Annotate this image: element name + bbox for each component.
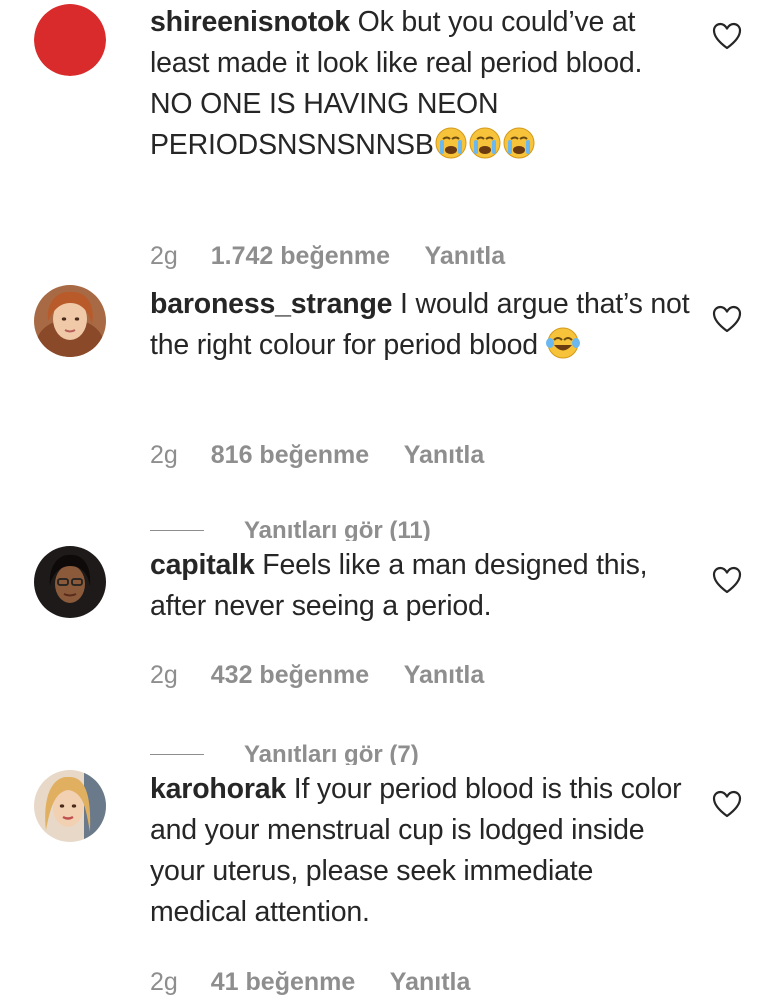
heart-outline-icon[interactable] xyxy=(712,305,742,333)
view-replies-button[interactable]: Yanıtları gör (7) xyxy=(150,741,419,765)
comment-meta: 2g 41 beğenme Yanıtla xyxy=(150,968,498,1000)
comment-username[interactable]: baroness_strange xyxy=(150,288,393,320)
comment-body: karohorak If your period blood is this c… xyxy=(150,769,690,933)
avatar[interactable] xyxy=(34,285,106,357)
comment-age: 2g xyxy=(150,968,178,996)
reply-button[interactable]: Yanıtla xyxy=(390,968,471,996)
comment-age: 2g xyxy=(150,441,178,469)
comment-username[interactable]: shireenisnotok xyxy=(150,6,350,38)
comment-age: 2g xyxy=(150,242,178,270)
comment-meta: 2g 432 beğenme Yanıtla xyxy=(150,661,512,690)
replies-divider xyxy=(150,754,204,755)
heart-outline-icon[interactable] xyxy=(712,566,742,594)
heart-outline-icon[interactable] xyxy=(712,22,742,50)
heart-outline-icon[interactable] xyxy=(712,790,742,818)
comment-username[interactable]: capitalk xyxy=(150,549,255,581)
view-replies-label: Yanıtları gör (11) xyxy=(244,517,431,541)
like-count[interactable]: 816 beğenme xyxy=(211,441,369,469)
tears-of-joy-emoji xyxy=(545,326,580,372)
avatar[interactable] xyxy=(34,546,106,618)
replies-divider xyxy=(150,530,204,531)
comment-username[interactable]: karohorak xyxy=(150,773,286,805)
crying-face-emoji xyxy=(434,126,536,172)
comment-body: baroness_strange I would argue that’s no… xyxy=(150,284,690,372)
reply-button[interactable]: Yanıtla xyxy=(425,242,506,270)
avatar-image xyxy=(34,4,106,76)
like-count[interactable]: 432 beğenme xyxy=(211,661,369,689)
reply-button[interactable]: Yanıtla xyxy=(404,441,485,469)
avatar[interactable] xyxy=(34,770,106,842)
view-replies-button[interactable]: Yanıtları gör (11) xyxy=(150,517,431,541)
avatar-image xyxy=(34,285,106,357)
avatar-image xyxy=(34,770,106,842)
like-count[interactable]: 41 beğenme xyxy=(211,968,356,996)
comment-body: capitalk Feels like a man designed this,… xyxy=(150,545,690,627)
comment-meta: 2g 1.742 beğenme Yanıtla xyxy=(150,242,533,271)
comment-age: 2g xyxy=(150,661,178,689)
view-replies-label: Yanıtları gör (7) xyxy=(244,741,419,765)
comment-body: shireenisnotok Ok but you could’ve at le… xyxy=(150,2,690,172)
avatar-image xyxy=(34,546,106,618)
avatar[interactable] xyxy=(34,4,106,76)
comment-meta: 2g 816 beğenme Yanıtla xyxy=(150,441,512,470)
reply-button[interactable]: Yanıtla xyxy=(404,661,485,689)
like-count[interactable]: 1.742 beğenme xyxy=(211,242,390,270)
